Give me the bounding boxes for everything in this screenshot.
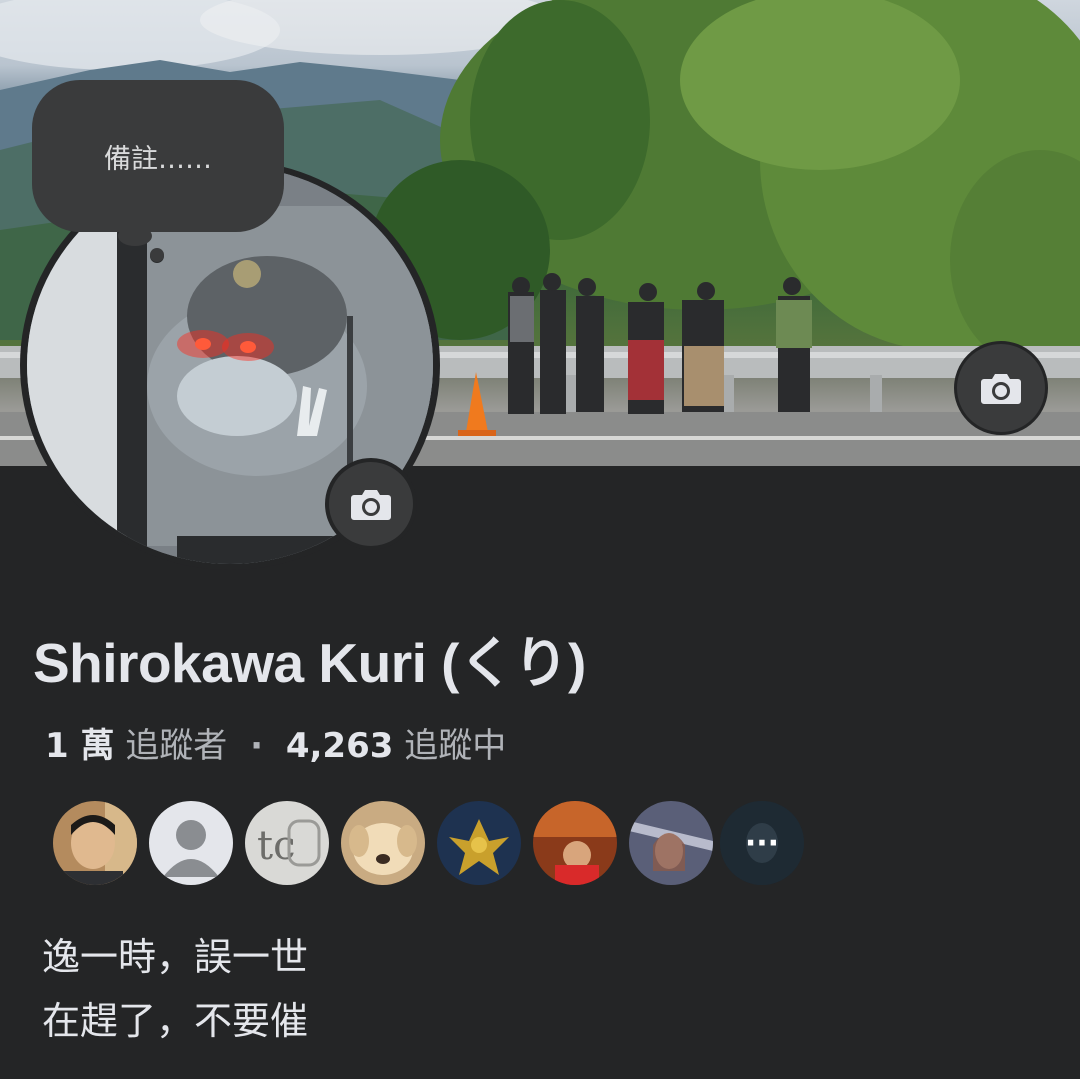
note-text: 備註…… xyxy=(104,143,212,175)
friend-avatar-3[interactable]: tc xyxy=(245,801,329,885)
followers-label: 追蹤者 xyxy=(125,726,228,766)
more-dots-icon: ··· xyxy=(744,825,780,861)
friend-avatar-3-image: tc xyxy=(245,801,329,885)
friend-avatar-6[interactable] xyxy=(533,801,617,885)
bio-line-2: 在趕了，不要催 xyxy=(42,999,309,1043)
friend-avatar-1-image xyxy=(53,801,137,885)
default-person-icon xyxy=(163,820,219,877)
note-bubble-tail-dot xyxy=(150,248,164,262)
friend-avatar-4-image xyxy=(341,801,425,885)
stats-separator: · xyxy=(250,726,264,766)
avatar-camera-button[interactable] xyxy=(325,458,417,550)
following-link[interactable]: 4,263 追蹤中 xyxy=(286,726,506,766)
note-bubble[interactable]: 備註…… xyxy=(32,80,284,232)
camera-icon xyxy=(351,490,391,520)
follow-stats: 1 萬 追蹤者 · 4,263 追蹤中 xyxy=(45,718,506,767)
following-label: 追蹤中 xyxy=(404,726,507,766)
friend-avatar-4[interactable] xyxy=(341,801,425,885)
profile-bio: 逸一時，誤一世 在趕了，不要催 xyxy=(42,925,308,1053)
camera-icon xyxy=(981,374,1021,404)
followers-count: 1 萬 xyxy=(45,726,115,766)
friend-avatar-7-image xyxy=(629,801,713,885)
friend-avatar-7[interactable] xyxy=(629,801,713,885)
profile-name: Shirokawa Kuri (くり) xyxy=(33,632,586,694)
friend-avatar-1[interactable] xyxy=(53,801,137,885)
followers-link[interactable]: 1 萬 追蹤者 xyxy=(45,726,227,766)
bio-line-1: 逸一時，誤一世 xyxy=(42,935,309,979)
friend-avatar-6-image xyxy=(533,801,617,885)
cover-camera-button[interactable] xyxy=(954,341,1048,435)
more-friends-button[interactable]: ··· xyxy=(720,801,804,885)
friend-avatar-5[interactable] xyxy=(437,801,521,885)
following-count: 4,263 xyxy=(285,726,394,766)
friend-avatar-5-image xyxy=(437,801,521,885)
friend-avatar-2-default[interactable] xyxy=(149,801,233,885)
